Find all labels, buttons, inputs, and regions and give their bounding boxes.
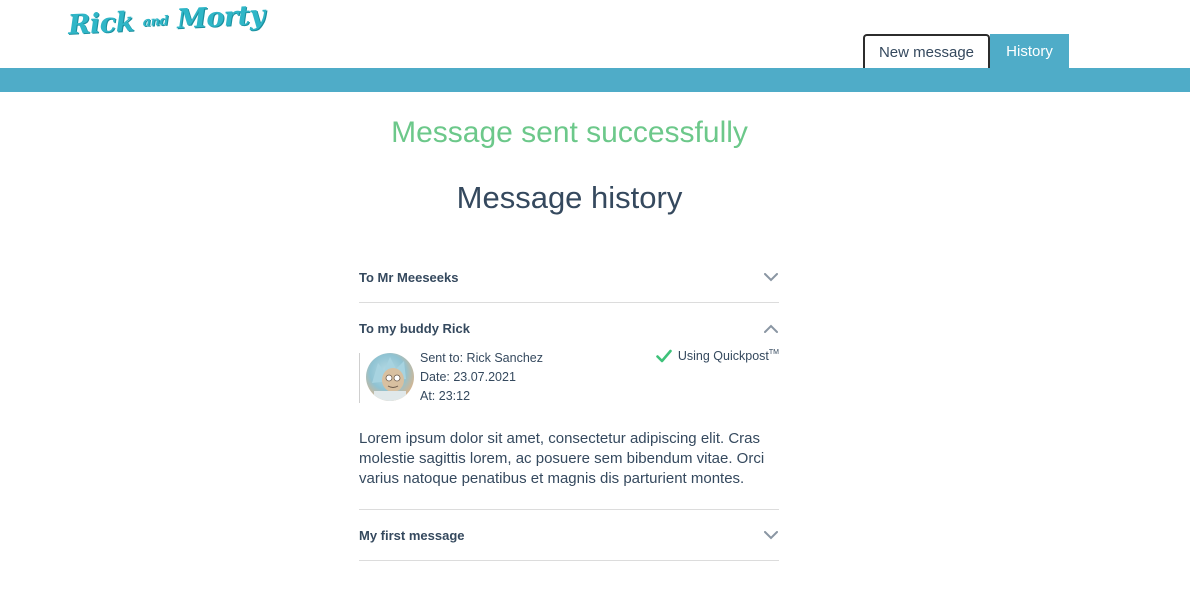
message-title: To my buddy Rick (359, 320, 470, 336)
header: Rick and Morty New message History (0, 0, 1190, 92)
delivery-method-label: Using Quickpost (677, 349, 769, 363)
message-body: Sent to: Rick Sanchez Date: 23.07.2021 A… (359, 349, 779, 509)
message-title: My first message (359, 527, 465, 543)
message-recipient-info: Sent to: Rick Sanchez Date: 23.07.2021 A… (359, 351, 543, 403)
logo-text: Rick and Morty (67, 0, 266, 41)
avatar (366, 353, 414, 401)
message-item-header[interactable]: To Mr Meeseeks (359, 252, 779, 302)
rick-and-morty-logo[interactable]: Rick and Morty (67, 0, 265, 54)
message-item: My first message (359, 510, 779, 561)
delivery-method: Using Quickpost TM (656, 349, 779, 403)
nav-tabs: New message History (863, 34, 1069, 68)
page-title: Message history (456, 180, 683, 215)
message-item-header[interactable]: My first message (359, 510, 779, 560)
sent-date: Date: 23.07.2021 (420, 370, 516, 384)
trademark-mark: TM (768, 349, 779, 356)
check-icon (656, 349, 672, 366)
message-title: To Mr Meeseeks (359, 269, 459, 285)
sent-to: Sent to: Rick Sanchez (420, 351, 543, 365)
message-text: Lorem ipsum dolor sit amet, consectetur … (359, 430, 765, 487)
sent-time: At: 23:12 (420, 389, 471, 403)
success-message: Message sent successfully (391, 116, 748, 149)
message-history-list: To Mr Meeseeks To my buddy Rick Sent to:… (359, 252, 779, 561)
chevron-up-icon[interactable] (763, 320, 779, 336)
message-item-header[interactable]: To my buddy Rick (359, 303, 779, 353)
header-band (0, 68, 1190, 92)
message-meta: Sent to: Rick Sanchez Date: 23.07.2021 A… (359, 349, 779, 403)
message-item: To Mr Meeseeks (359, 252, 779, 303)
message-details: Sent to: Rick Sanchez Date: 23.07.2021 A… (420, 349, 543, 403)
chevron-down-icon[interactable] (763, 269, 779, 285)
tab-history[interactable]: History (990, 34, 1069, 68)
message-item: To my buddy Rick Sent to: Rick Sanchez D… (359, 303, 779, 510)
tab-new-message[interactable]: New message (863, 34, 990, 68)
chevron-down-icon[interactable] (763, 527, 779, 543)
